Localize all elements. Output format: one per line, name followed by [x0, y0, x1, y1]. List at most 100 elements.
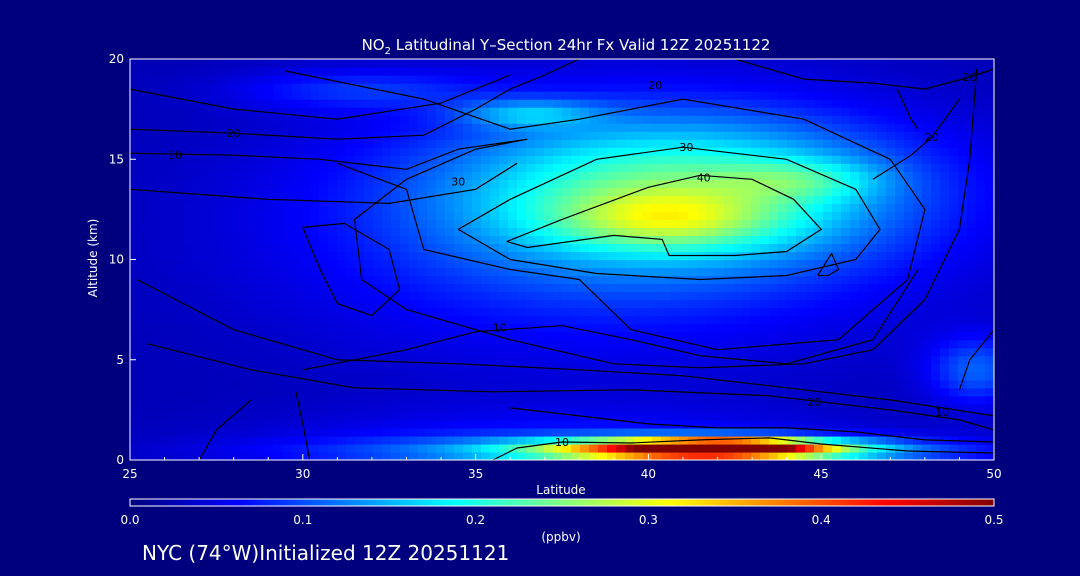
field-cell — [949, 211, 959, 220]
field-cell — [481, 123, 491, 132]
field-cell — [157, 427, 167, 437]
field-cell — [598, 259, 608, 269]
field-cell — [760, 435, 770, 445]
field-cell — [553, 283, 563, 293]
field-cell — [301, 299, 311, 309]
field-cell — [301, 91, 311, 100]
field-cell — [616, 243, 626, 253]
field-cell — [481, 107, 491, 116]
field-cell — [310, 91, 320, 100]
field-cell — [787, 451, 797, 460]
field-cell — [535, 235, 545, 245]
field-cell — [355, 347, 365, 357]
field-cell — [517, 219, 527, 229]
field-cell — [715, 331, 725, 341]
field-cell — [922, 355, 932, 365]
field-cell — [238, 179, 248, 188]
field-cell — [202, 267, 212, 277]
field-cell — [868, 83, 878, 92]
field-cell — [562, 187, 572, 196]
field-cell — [274, 307, 284, 317]
field-cell — [409, 179, 419, 188]
field-cell — [697, 291, 707, 301]
field-cell — [490, 355, 500, 365]
field-cell — [274, 315, 284, 325]
field-cell — [418, 251, 428, 261]
field-cell — [724, 427, 734, 437]
field-cell — [436, 267, 446, 277]
field-cell — [400, 315, 410, 325]
field-cell — [418, 235, 428, 245]
field-cell — [247, 371, 257, 381]
field-cell — [814, 139, 824, 148]
field-cell — [211, 299, 221, 309]
field-cell — [247, 179, 257, 188]
field-cell — [931, 259, 941, 269]
field-cell — [607, 147, 617, 156]
field-cell — [544, 355, 554, 365]
field-cell — [229, 411, 239, 421]
field-cell — [787, 323, 797, 333]
field-cell — [859, 123, 869, 132]
field-cell — [985, 171, 994, 180]
field-cell — [733, 411, 743, 421]
field-cell — [283, 355, 293, 365]
field-cell — [634, 227, 644, 237]
field-cell — [859, 99, 869, 108]
field-cell — [130, 99, 140, 108]
field-cell — [184, 259, 194, 269]
field-cell — [850, 171, 860, 180]
field-cell — [670, 131, 680, 140]
field-cell — [796, 299, 806, 309]
field-cell — [850, 179, 860, 188]
field-cell — [454, 403, 464, 413]
field-cell — [967, 251, 977, 261]
field-cell — [643, 131, 653, 140]
field-cell — [913, 371, 923, 381]
field-cell — [166, 219, 176, 229]
field-cell — [895, 235, 905, 245]
field-cell — [193, 195, 203, 204]
field-cell — [319, 123, 329, 132]
field-cell — [859, 355, 869, 365]
field-cell — [949, 443, 959, 453]
field-cell — [337, 259, 347, 269]
field-cell — [985, 435, 994, 445]
field-cell — [868, 123, 878, 132]
field-cell — [508, 171, 518, 180]
field-cell — [436, 403, 446, 413]
field-cell — [868, 323, 878, 333]
field-cell — [427, 235, 437, 245]
field-cell — [940, 99, 950, 108]
field-cell — [724, 107, 734, 116]
field-cell — [292, 171, 302, 180]
field-cell — [211, 115, 221, 124]
field-cell — [580, 427, 590, 437]
field-cell — [265, 99, 275, 108]
field-cell — [868, 171, 878, 180]
field-cell — [904, 323, 914, 333]
field-cell — [328, 83, 338, 92]
field-cell — [202, 419, 212, 429]
field-cell — [193, 115, 203, 124]
field-cell — [265, 275, 275, 285]
field-cell — [958, 339, 968, 349]
field-cell — [157, 219, 167, 229]
field-cell — [265, 243, 275, 253]
field-cell — [526, 171, 536, 180]
field-cell — [364, 427, 374, 437]
field-cell — [985, 307, 994, 317]
field-cell — [760, 419, 770, 429]
field-cell — [625, 171, 635, 180]
field-cell — [400, 235, 410, 245]
field-cell — [184, 427, 194, 437]
field-cell — [463, 123, 473, 132]
field-cell — [364, 379, 374, 389]
field-cell — [976, 171, 986, 180]
field-cell — [409, 67, 419, 76]
field-cell — [778, 323, 788, 333]
field-cell — [553, 243, 563, 253]
field-cell — [553, 195, 563, 204]
field-cell — [643, 155, 653, 164]
field-cell — [742, 315, 752, 325]
